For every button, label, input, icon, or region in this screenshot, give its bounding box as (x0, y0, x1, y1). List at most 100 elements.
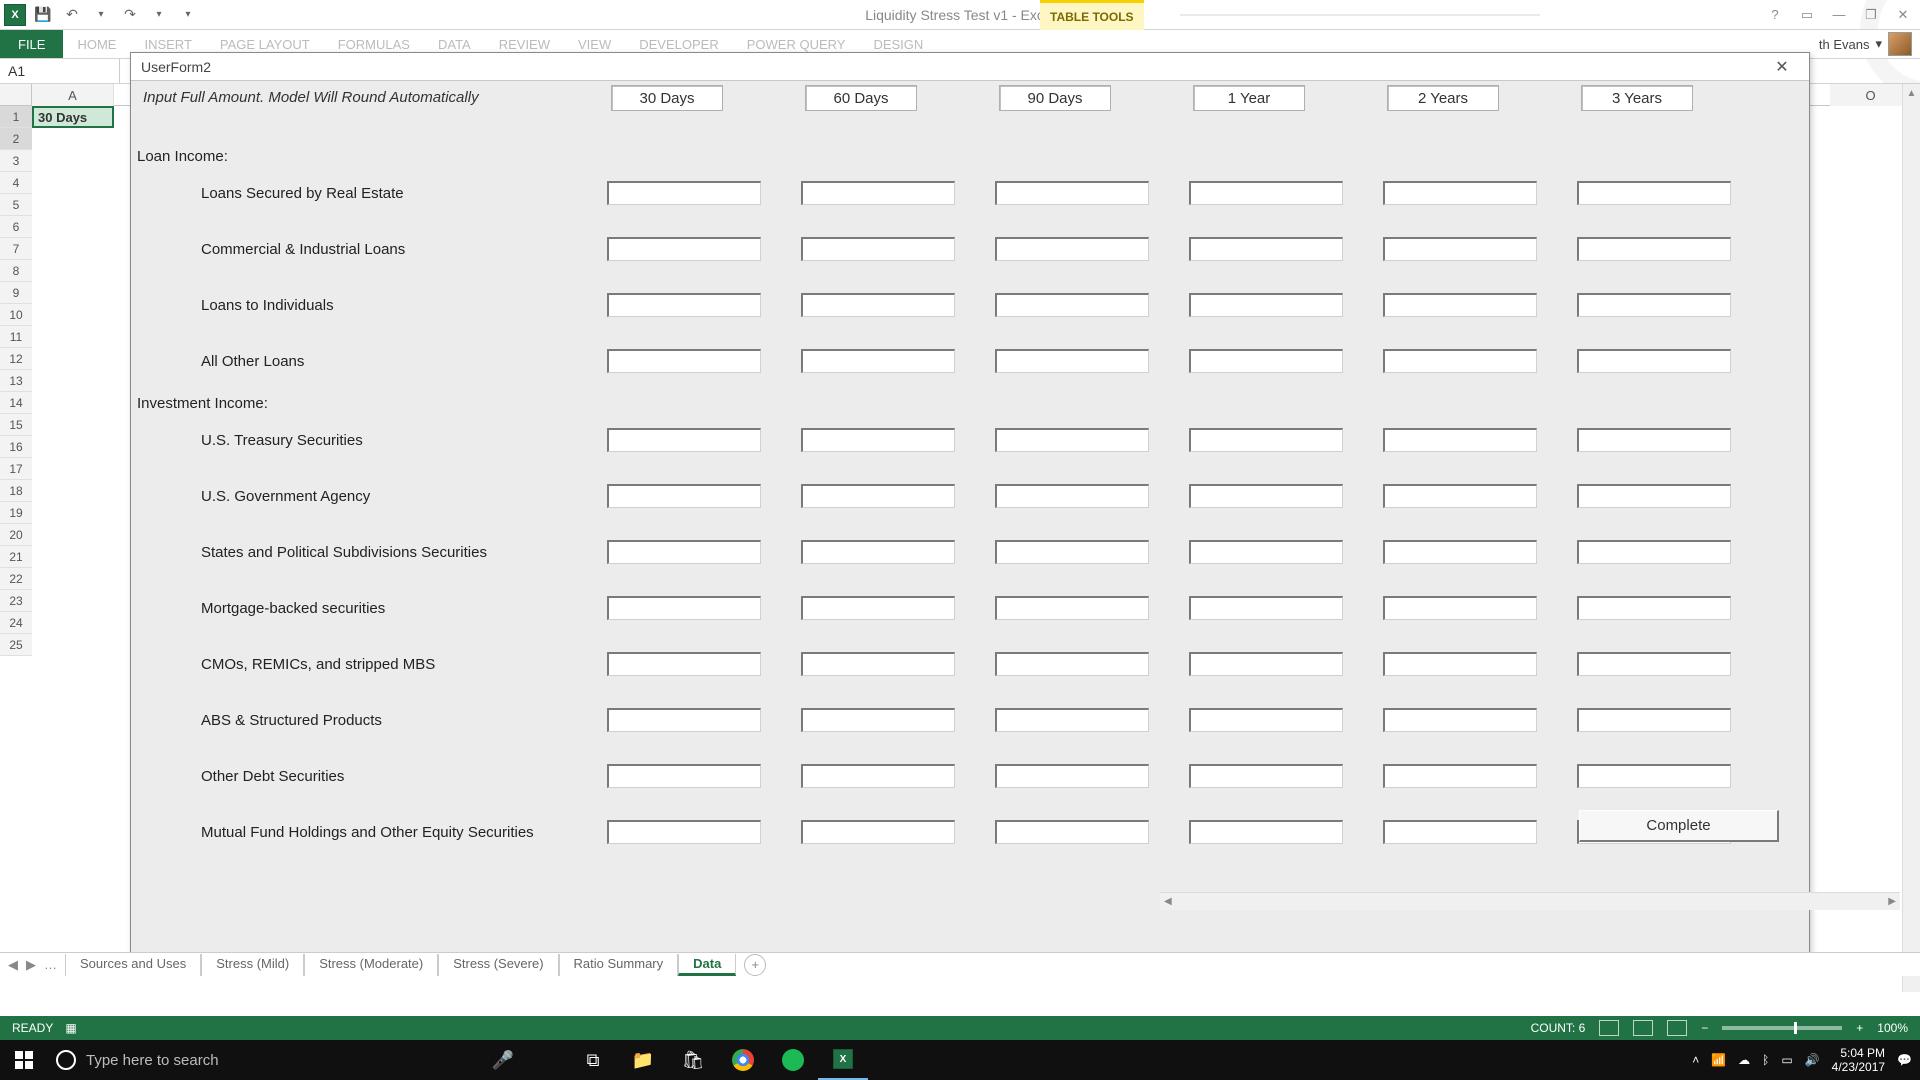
new-sheet-button[interactable]: + (744, 954, 766, 976)
loan-input[interactable] (607, 237, 761, 261)
task-view-icon[interactable]: ⧉ (568, 1040, 618, 1080)
loan-input[interactable] (1577, 181, 1731, 205)
investment-input[interactable] (607, 540, 761, 564)
row-header[interactable]: 8 (0, 260, 32, 282)
investment-input[interactable] (995, 708, 1149, 732)
investment-input[interactable] (1383, 652, 1537, 676)
investment-input[interactable] (1577, 764, 1731, 788)
close-window-button[interactable]: ✕ (1890, 5, 1916, 25)
sheet-tab[interactable]: Ratio Summary (559, 954, 679, 976)
qat-customize-caret[interactable]: ▾ (176, 4, 200, 26)
loan-input[interactable] (1577, 349, 1731, 373)
loan-input[interactable] (1577, 293, 1731, 317)
row-header[interactable]: 7 (0, 238, 32, 260)
loan-input[interactable] (1189, 293, 1343, 317)
dialog-close-button[interactable]: ✕ (1765, 55, 1799, 79)
qat-save-button[interactable]: 💾 (31, 4, 55, 26)
hscroll-right-icon[interactable]: ▶ (1888, 896, 1896, 907)
investment-input[interactable] (1189, 652, 1343, 676)
investment-input[interactable] (995, 820, 1149, 844)
row-header[interactable]: 21 (0, 546, 32, 568)
row-header[interactable]: 9 (0, 282, 32, 304)
loan-input[interactable] (995, 181, 1149, 205)
investment-input[interactable] (995, 428, 1149, 452)
tray-onedrive-icon[interactable]: ☁ (1738, 1053, 1750, 1067)
investment-input[interactable] (1383, 820, 1537, 844)
restore-button[interactable]: ❐ (1858, 5, 1884, 25)
loan-input[interactable] (801, 293, 955, 317)
user-name[interactable]: th Evans (1819, 37, 1870, 52)
user-caret-icon[interactable]: ▾ (1875, 36, 1882, 52)
loan-input[interactable] (1383, 237, 1537, 261)
vertical-scrollbar[interactable]: ▲ (1902, 84, 1920, 992)
hscroll-left-icon[interactable]: ◀ (1164, 896, 1172, 907)
qat-undo-button[interactable]: ↶ (60, 4, 84, 26)
sheet-tab[interactable]: Stress (Mild) (201, 954, 304, 976)
column-header-a[interactable]: A (32, 84, 114, 106)
row-header[interactable]: 23 (0, 590, 32, 612)
investment-input[interactable] (801, 484, 955, 508)
loan-input[interactable] (607, 293, 761, 317)
investment-input[interactable] (1383, 708, 1537, 732)
row-header[interactable]: 25 (0, 634, 32, 656)
action-center-icon[interactable]: 💬 (1897, 1053, 1912, 1067)
investment-input[interactable] (995, 652, 1149, 676)
investment-input[interactable] (1189, 708, 1343, 732)
zoom-level[interactable]: 100% (1877, 1021, 1908, 1035)
loan-input[interactable] (801, 349, 955, 373)
loan-input[interactable] (1189, 181, 1343, 205)
tray-battery-icon[interactable]: ▭ (1781, 1053, 1792, 1067)
sheet-tab[interactable]: Sources and Uses (65, 954, 201, 976)
investment-input[interactable] (607, 764, 761, 788)
row-header[interactable]: 17 (0, 458, 32, 480)
scroll-up-icon[interactable]: ▲ (1903, 84, 1920, 102)
help-icon[interactable]: ? (1762, 5, 1788, 25)
investment-input[interactable] (607, 820, 761, 844)
loan-input[interactable] (1189, 349, 1343, 373)
row-header[interactable]: 19 (0, 502, 32, 524)
taskbar-search[interactable]: Type here to search (48, 1040, 478, 1080)
loan-input[interactable] (995, 237, 1149, 261)
loan-input[interactable] (995, 349, 1149, 373)
sheet-nav-prev[interactable]: ◀ (8, 957, 18, 973)
cell-a1[interactable]: 30 Days (32, 106, 114, 128)
row-header[interactable]: 12 (0, 348, 32, 370)
investment-input[interactable] (607, 484, 761, 508)
row-header[interactable]: 13 (0, 370, 32, 392)
name-box[interactable]: A1 (0, 59, 120, 83)
investment-input[interactable] (1189, 764, 1343, 788)
qat-redo-button[interactable]: ↷ (118, 4, 142, 26)
investment-input[interactable] (607, 596, 761, 620)
tray-chevron-icon[interactable]: ˄ (1692, 1053, 1699, 1067)
investment-input[interactable] (1383, 428, 1537, 452)
row-header[interactable]: 22 (0, 568, 32, 590)
zoom-in-button[interactable]: + (1856, 1021, 1863, 1035)
tray-wifi-icon[interactable]: 📶 (1711, 1053, 1726, 1067)
view-page-break-button[interactable] (1667, 1020, 1687, 1036)
view-normal-button[interactable] (1599, 1020, 1619, 1036)
taskbar-clock[interactable]: 5:04 PM 4/23/2017 (1832, 1046, 1885, 1074)
investment-input[interactable] (1383, 596, 1537, 620)
row-header[interactable]: 4 (0, 172, 32, 194)
investment-input[interactable] (1577, 484, 1731, 508)
investment-input[interactable] (801, 428, 955, 452)
investment-input[interactable] (1577, 428, 1731, 452)
loan-input[interactable] (995, 293, 1149, 317)
investment-input[interactable] (607, 652, 761, 676)
row-header[interactable]: 3 (0, 150, 32, 172)
zoom-slider[interactable] (1722, 1026, 1842, 1030)
tray-volume-icon[interactable]: 🔊 (1805, 1053, 1820, 1067)
investment-input[interactable] (1577, 652, 1731, 676)
select-all-corner[interactable] (0, 84, 32, 105)
row-header[interactable]: 20 (0, 524, 32, 546)
zoom-out-button[interactable]: − (1701, 1021, 1708, 1035)
loan-input[interactable] (1383, 293, 1537, 317)
file-tab[interactable]: FILE (0, 30, 63, 58)
chrome-icon[interactable] (718, 1040, 768, 1080)
minimize-button[interactable]: — (1826, 5, 1852, 25)
investment-input[interactable] (801, 596, 955, 620)
sheet-nav-more[interactable]: … (44, 957, 57, 972)
investment-input[interactable] (607, 428, 761, 452)
investment-input[interactable] (801, 764, 955, 788)
investment-input[interactable] (995, 596, 1149, 620)
